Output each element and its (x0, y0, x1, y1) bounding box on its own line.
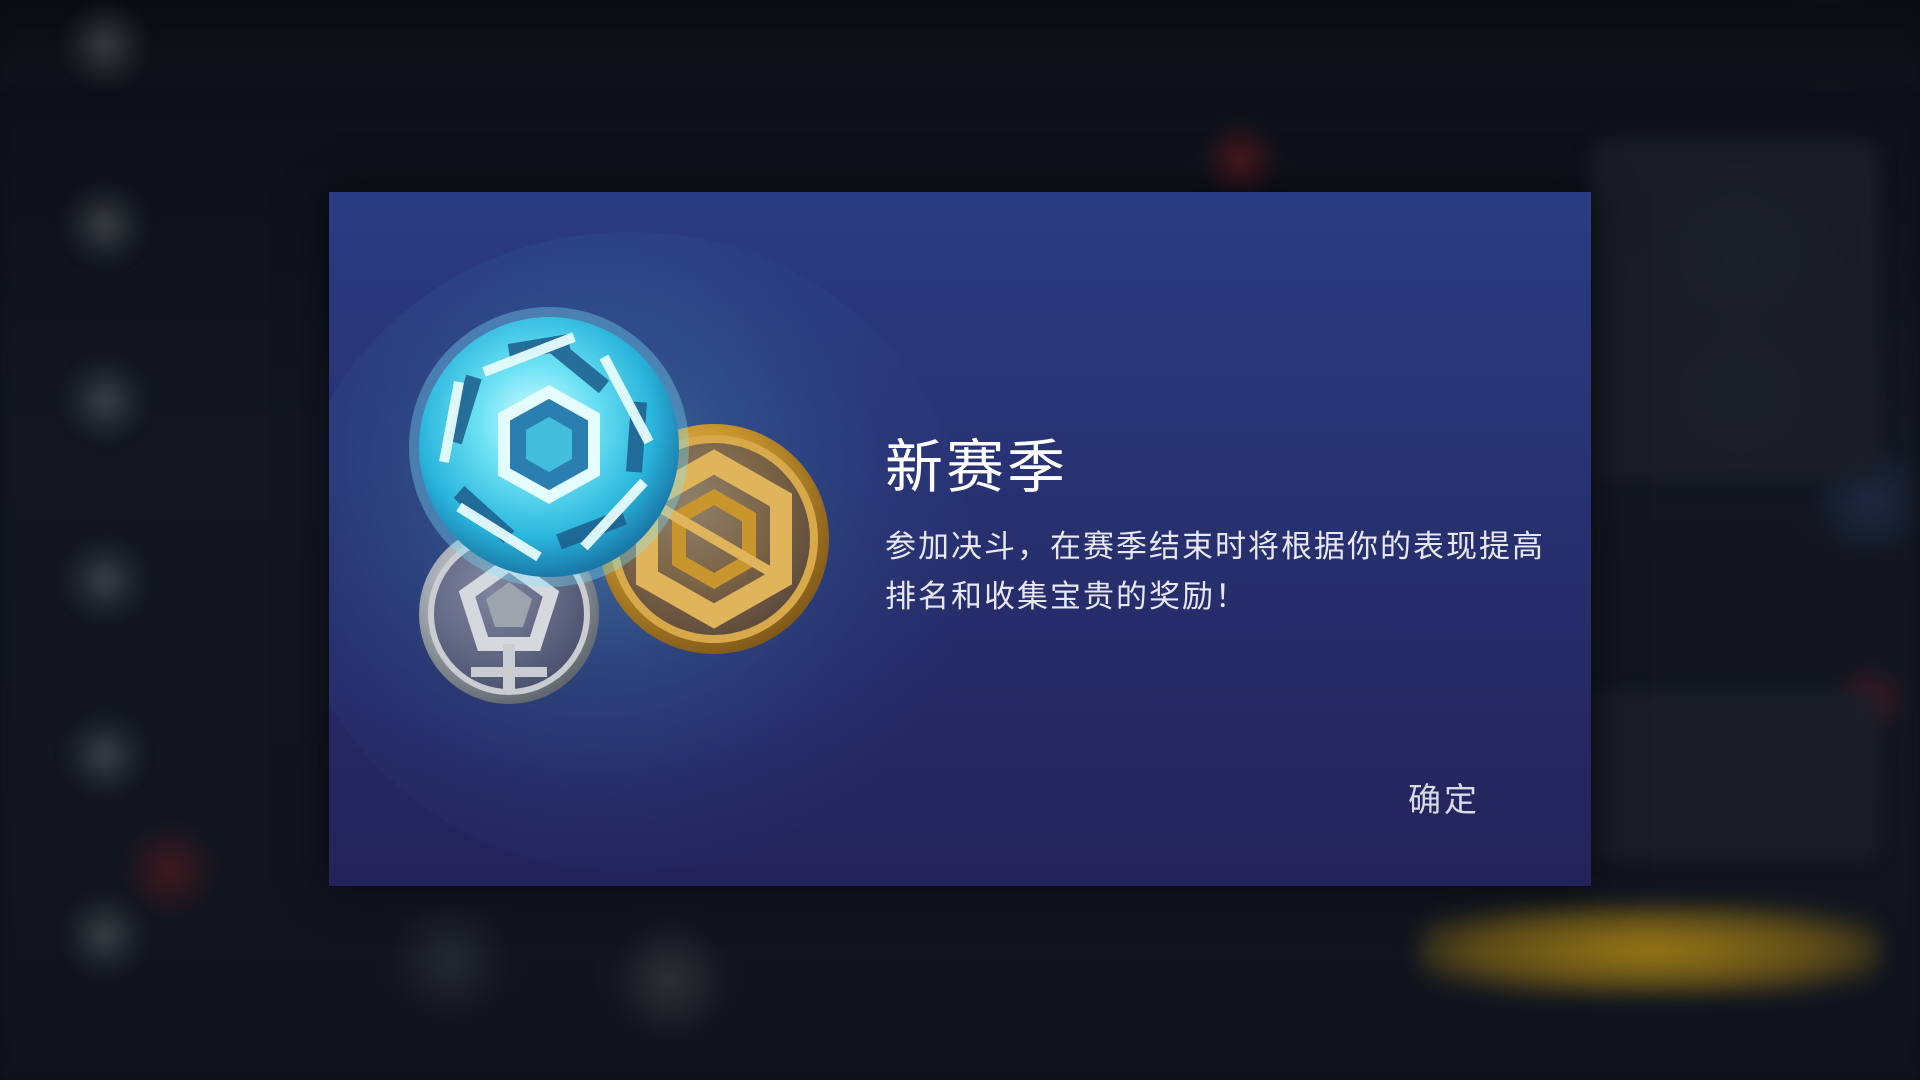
new-season-dialog: 新赛季 参加决斗，在赛季结束时将根据你的表现提高排名和收集宝贵的奖励！ 确定 (329, 192, 1591, 886)
confirm-button[interactable]: 确定 (1379, 772, 1509, 828)
blurred-side-panel (1590, 140, 1880, 480)
diamond-rank-orb-icon (409, 307, 689, 587)
rank-medals-art (409, 307, 829, 704)
blurred-play-button (1420, 905, 1880, 995)
dialog-title: 新赛季 (885, 433, 1069, 501)
game-screen: 新赛季 参加决斗，在赛季结束时将根据你的表现提高排名和收集宝贵的奖励！ 确定 (0, 0, 1920, 1080)
dialog-description: 参加决斗，在赛季结束时将根据你的表现提高排名和收集宝贵的奖励！ (885, 529, 1545, 615)
blurred-top-bar (0, 0, 1920, 85)
blurred-side-panel-lower (1590, 690, 1880, 860)
